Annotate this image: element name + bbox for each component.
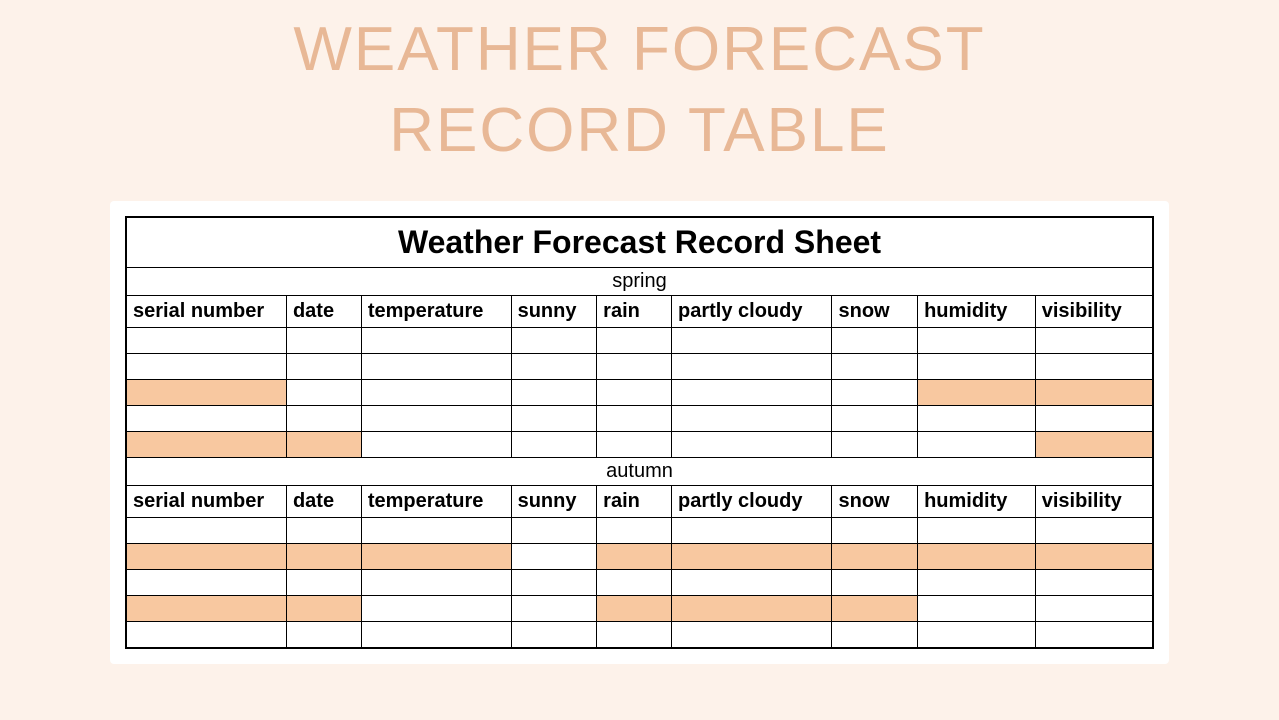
col-partly-cloudy: partly cloudy (672, 296, 832, 328)
table-row (126, 380, 1153, 406)
table-row (126, 596, 1153, 622)
col-temperature: temperature (361, 296, 511, 328)
table-row (126, 518, 1153, 544)
table-row (126, 354, 1153, 380)
table-row (126, 432, 1153, 458)
table-row (126, 544, 1153, 570)
page-title-line-1: WEATHER FORECAST (293, 15, 985, 84)
col-rain: rain (597, 486, 672, 518)
table-row (126, 406, 1153, 432)
header-row-autumn: serial number date temperature sunny rai… (126, 486, 1153, 518)
table-row (126, 570, 1153, 596)
col-sunny: sunny (511, 486, 597, 518)
col-sunny: sunny (511, 296, 597, 328)
col-visibility: visibility (1035, 486, 1153, 518)
page-title: WEATHER FORECAST RECORD TABLE (0, 0, 1279, 201)
col-humidity: humidity (918, 296, 1036, 328)
season-label-spring: spring (126, 268, 1153, 296)
season-row-autumn: autumn (126, 458, 1153, 486)
col-humidity: humidity (918, 486, 1036, 518)
sheet-container: Weather Forecast Record Sheet spring ser… (110, 201, 1169, 664)
table-row (126, 622, 1153, 648)
col-temperature: temperature (361, 486, 511, 518)
season-row-spring: spring (126, 268, 1153, 296)
col-rain: rain (597, 296, 672, 328)
season-label-autumn: autumn (126, 458, 1153, 486)
header-row-spring: serial number date temperature sunny rai… (126, 296, 1153, 328)
col-date: date (286, 486, 361, 518)
col-partly-cloudy: partly cloudy (672, 486, 832, 518)
weather-sheet-table: Weather Forecast Record Sheet spring ser… (125, 216, 1154, 649)
col-date: date (286, 296, 361, 328)
page-title-line-2: RECORD TABLE (389, 96, 890, 165)
table-row (126, 328, 1153, 354)
sheet-title-row: Weather Forecast Record Sheet (126, 217, 1153, 268)
col-visibility: visibility (1035, 296, 1153, 328)
col-snow: snow (832, 296, 918, 328)
col-serial: serial number (126, 486, 286, 518)
sheet-title: Weather Forecast Record Sheet (126, 217, 1153, 268)
col-serial: serial number (126, 296, 286, 328)
col-snow: snow (832, 486, 918, 518)
